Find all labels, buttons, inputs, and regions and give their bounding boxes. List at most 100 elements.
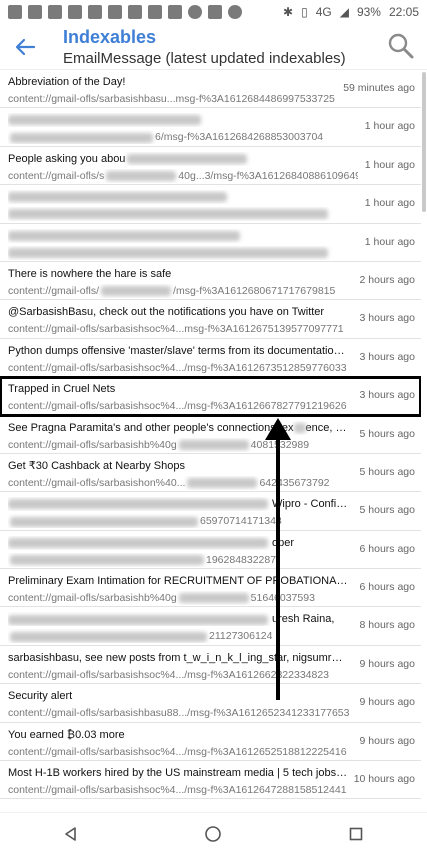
list-item[interactable]: uresh Raina, 21127306124 8 hours ago	[0, 607, 421, 646]
item-path-visible: 642435673792	[259, 476, 330, 489]
list-item[interactable]: Abbreviation of the Day! content://gmail-…	[0, 70, 421, 109]
item-time: 1 hour ago	[364, 197, 415, 210]
nav-home-button[interactable]	[193, 814, 233, 854]
list-item[interactable]: Python dumps offensive 'master/slave' te…	[0, 339, 421, 378]
item-path-text: content://gmail-ofls/	[8, 284, 100, 297]
indexables-list: Abbreviation of the Day! content://gmail-…	[0, 70, 421, 812]
back-button[interactable]	[10, 34, 40, 60]
item-path-visible: 51646037593	[250, 592, 315, 605]
item-time: 3 hours ago	[359, 389, 415, 402]
item-time: 1 hour ago	[364, 235, 415, 248]
item-path-text: content://gmail-ofls/sarbasishbasu88.../…	[8, 707, 350, 720]
item-title-text: Python dumps offensive 'master/slave' te…	[8, 344, 348, 357]
list-item[interactable]: Preliminary Exam Intimation for RECRUITM…	[0, 569, 421, 608]
list-item[interactable]: People asking you abou content://gmail-of…	[0, 147, 421, 186]
item-path-visible: /msg-f%3A1612680671717679815	[173, 284, 336, 297]
item-title-text: Abbreviation of the Day!	[8, 76, 126, 88]
item-time: 9 hours ago	[359, 734, 415, 747]
search-button[interactable]	[387, 32, 415, 60]
item-path-text: content://gmail-ofls/sarbasishsoc%4.../m…	[8, 784, 347, 797]
redacted-text	[8, 115, 201, 126]
nav-back-button[interactable]	[51, 814, 91, 854]
item-title: Trapped in Cruel Nets	[8, 382, 348, 396]
item-title: Abbreviation of the Day!	[8, 75, 348, 89]
item-title: Security alert	[8, 689, 348, 703]
redacted-text	[187, 478, 258, 489]
item-title-text: Trapped in Cruel Nets	[8, 383, 116, 396]
item-title: Preliminary Exam Intimation for RECRUITM…	[8, 574, 348, 588]
search-icon	[388, 33, 414, 59]
redacted-text	[10, 132, 153, 143]
item-path: content://gmail-ofls/sarbasishbasu88.../…	[8, 706, 358, 720]
item-path-visible: 40g...3/msg-f%3A1612684088610964943	[178, 169, 358, 182]
notification-icon	[28, 5, 42, 19]
item-time: 10 hours ago	[353, 773, 415, 786]
redacted-text	[293, 422, 306, 433]
signal-icon: ◢	[339, 5, 349, 19]
item-path: content://gmail-ofls/sarbasishsoc%4.../m…	[8, 668, 358, 682]
item-title-visible: oper	[272, 536, 295, 549]
item-title: Python dumps offensive 'master/slave' te…	[8, 344, 348, 358]
status-time: 22:05	[388, 5, 419, 19]
app-bar: Indexables EmailMessage (latest updated …	[0, 24, 427, 70]
item-time: 5 hours ago	[359, 427, 415, 440]
item-time: 5 hours ago	[359, 504, 415, 517]
gallery-icon	[68, 5, 82, 19]
item-time: 8 hours ago	[359, 619, 415, 632]
list-item[interactable]: Most H-1B workers hired by the US mainst…	[0, 761, 421, 800]
redacted-text	[178, 439, 249, 450]
item-time: 5 hours ago	[359, 465, 415, 478]
list-item[interactable]: You earned ₿0.03 more content://gmail-ofl…	[0, 723, 421, 762]
item-title: People asking you abou	[8, 152, 348, 166]
item-path: content://gmail-ofls/sarbasishsoc%4.../m…	[8, 783, 358, 797]
list-item[interactable]: Get ₹30 Cashback at Nearby Shops content:…	[0, 454, 421, 493]
list-item[interactable]: @SarbasishBasu, check out the notificati…	[0, 300, 421, 339]
item-title-visible: uresh Raina,	[272, 613, 335, 626]
item-title-visible: Wipro - Confirm...	[272, 498, 348, 511]
item-title-visible: ence, and m	[305, 421, 349, 434]
redacted-text	[8, 614, 268, 625]
list-item-highlighted[interactable]: Trapped in Cruel Nets content://gmail-ofl…	[0, 376, 421, 417]
item-path-text: content://gmail-ofls/sarbasishsoc%4.../m…	[8, 361, 347, 374]
item-path: content://gmail-ofls/sarbasishb%40g 51646…	[8, 591, 358, 605]
list-item[interactable]: Security alert content://gmail-ofls/sarba…	[0, 684, 421, 723]
item-title-text: Most H-1B workers hired by the US mainst…	[8, 767, 348, 780]
tiktok-icon	[8, 5, 22, 19]
redacted-text	[178, 593, 249, 604]
item-title-text: You earned ₿0.03 more	[8, 728, 125, 741]
list-item[interactable]: Wipro - Confirm... 65970714171343 5 hours …	[0, 492, 421, 531]
list-item[interactable]: See Pragna Paramita's and other people's…	[0, 416, 421, 454]
list-item[interactable]: 1 hour ago	[0, 224, 421, 262]
page-subtitle: EmailMessage (latest updated indexables)	[63, 50, 346, 67]
item-title: Most H-1B workers hired by the US mainst…	[8, 766, 348, 780]
item-path	[8, 246, 358, 260]
item-title: You earned ₿0.03 more	[8, 728, 348, 742]
list-item[interactable]: sarbasishbasu, see new posts from t_w_i_…	[0, 646, 421, 685]
item-time: 6 hours ago	[359, 542, 415, 555]
redacted-text	[8, 192, 227, 203]
nav-recents-button[interactable]	[336, 814, 376, 854]
list-item[interactable]: 6/msg-f%3A1612684268853003704 1 hour ago	[0, 108, 421, 147]
item-path	[8, 207, 358, 221]
item-time: 3 hours ago	[359, 312, 415, 325]
scrollbar[interactable]	[422, 72, 426, 212]
item-time: 9 hours ago	[359, 657, 415, 670]
redacted-text	[8, 247, 328, 258]
redacted-text	[8, 537, 268, 548]
item-path-text: content://gmail-ofls/sarbasishsoc%4.../m…	[8, 668, 330, 681]
app-icon	[88, 5, 102, 19]
redacted-text	[101, 286, 172, 297]
item-time: 2 hours ago	[359, 273, 415, 286]
item-title: uresh Raina,	[8, 612, 348, 626]
list-item[interactable]: There is nowhere the hare is safe content…	[0, 262, 421, 301]
page-title: Indexables	[63, 27, 157, 47]
list-item[interactable]: 1 hour ago	[0, 185, 421, 224]
item-time: 1 hour ago	[364, 158, 415, 171]
item-title-text: Get ₹30 Cashback at Nearby Shops	[8, 459, 185, 472]
item-path-visible: 21127306124	[209, 630, 273, 643]
redacted-text	[8, 499, 268, 510]
list-item[interactable]: oper 196284832287 6 hours ago	[0, 531, 421, 570]
item-title: See Pragna Paramita's and other people's…	[8, 421, 348, 435]
redacted-text	[8, 209, 328, 220]
item-title-text: People asking you abou	[8, 152, 126, 165]
